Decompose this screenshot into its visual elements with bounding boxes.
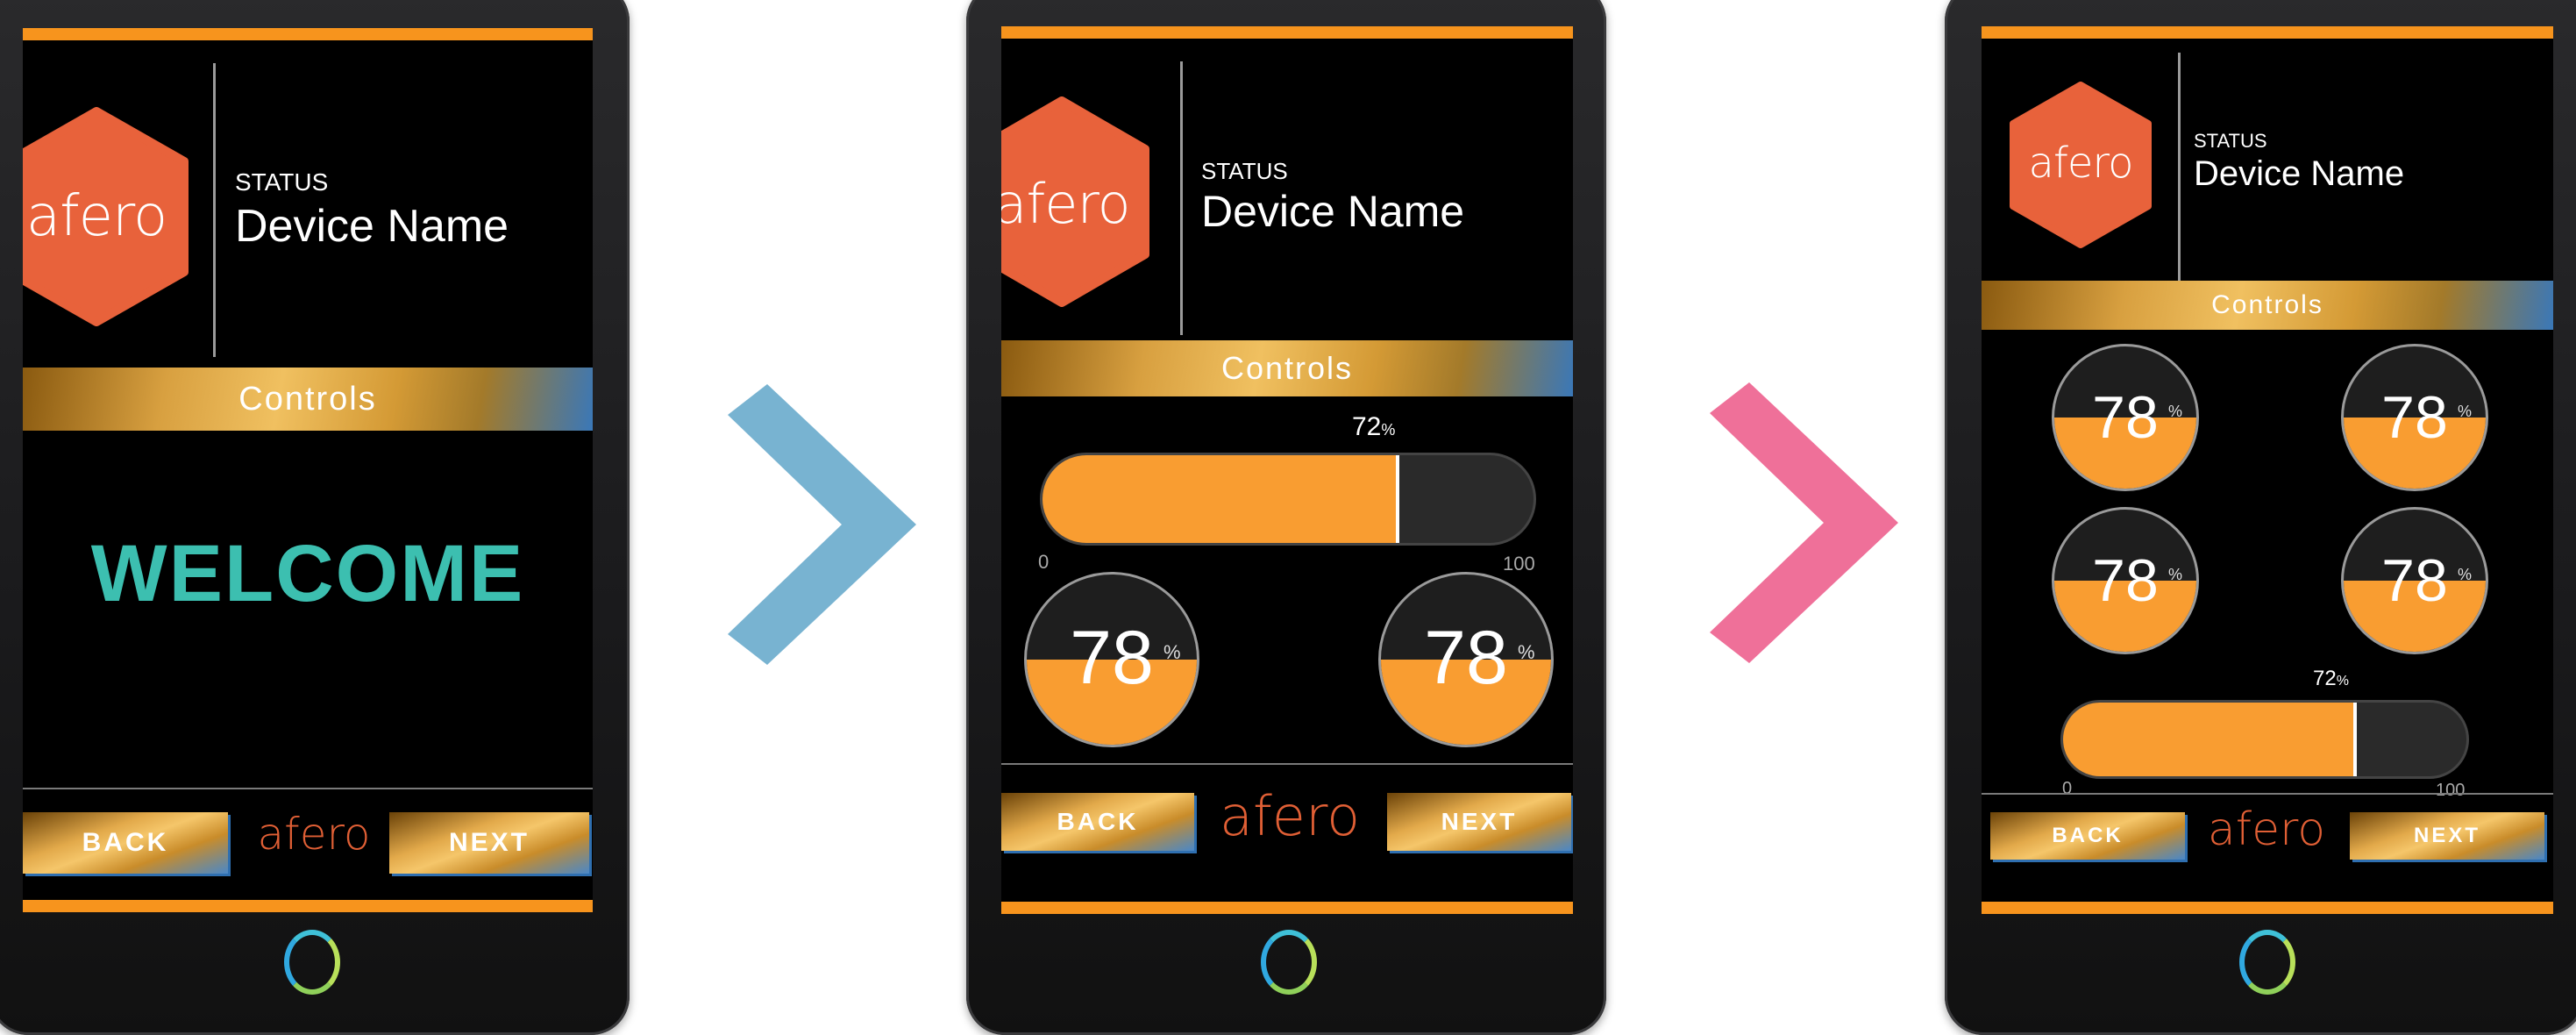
gauge-bottom-left[interactable]: 78 % [2052,507,2199,654]
gauge-unit: % [2458,566,2473,583]
phone-controls-screen-1: afero STATUS Device Name Controls 72% 0 … [966,0,1606,1035]
bottom-accent-bar [1982,902,2553,914]
phone-controls-screen-2: afero STATUS Device Name Controls 78 % 7… [1945,0,2576,1035]
logo-text: afero [1001,172,1131,236]
home-button[interactable] [2239,930,2295,995]
footer-divider [1982,793,2553,795]
footer-logo: afero [2207,803,2326,856]
afero-logo: afero [2006,81,2155,249]
slider-fill [1042,455,1400,543]
logo-text: afero [25,184,167,249]
gauge-top-right[interactable]: 78 % [2341,344,2488,491]
level-slider[interactable] [1040,453,1536,546]
screen: afero STATUS Device Name Controls 72% 0 … [1001,26,1573,914]
device-name: Device Name [2194,154,2405,193]
screen: afero STATUS Device Name Controls WELCOM… [23,28,593,912]
gauge-right[interactable]: 78 % [1378,572,1554,747]
home-button[interactable] [1261,930,1317,995]
back-button[interactable]: BACK [23,812,228,874]
footer-logo: afero [257,809,371,860]
afero-logo: afero [1001,96,1154,307]
gauge-bottom-right[interactable]: 78 % [2341,507,2488,654]
screen: afero STATUS Device Name Controls 78 % 7… [1982,26,2553,914]
gauge-unit: % [2168,566,2183,583]
slider-value-number: 72 [1352,412,1382,441]
next-button[interactable]: NEXT [2350,812,2544,860]
chevron-right-icon [728,384,916,665]
slider-value-unit: % [2336,674,2349,689]
back-button[interactable]: BACK [1001,793,1194,851]
slider-value: 72% [1352,412,1395,442]
status-label: STATUS [2194,130,2267,152]
header-divider [213,63,216,357]
slider-min-label: 0 [1038,551,1050,573]
gauge-left[interactable]: 78 % [1024,572,1199,747]
footer-divider [23,788,593,789]
footer-logo: afero [1219,784,1361,848]
gauge-unit: % [2168,403,2183,420]
top-accent-bar [1001,26,1573,39]
gauge-unit: % [1163,641,1181,663]
top-accent-bar [1982,26,2553,39]
device-name: Device Name [1201,187,1465,236]
next-button[interactable]: NEXT [389,812,589,874]
status-label: STATUS [235,168,329,196]
level-slider[interactable] [2060,700,2469,779]
header-divider [1180,61,1183,335]
top-accent-bar [23,28,593,40]
slider-fill [2063,703,2358,776]
slider-max-label: 100 [1503,553,1535,575]
slider-value-unit: % [1381,421,1396,439]
afero-logo: afero [23,107,193,326]
slider-value: 72% [2313,667,2349,691]
device-name: Device Name [235,201,509,252]
slider-value-number: 72 [2313,667,2337,690]
slider-max-label: 100 [2436,781,2466,800]
gauge-unit: % [2458,403,2473,420]
header-divider [2178,53,2181,282]
gauge-unit: % [1518,641,1535,663]
home-button[interactable] [284,930,340,995]
controls-header: Controls [1001,340,1573,396]
chevron-right-icon [1710,382,1898,663]
logo-text: afero [2028,139,2134,188]
controls-header: Controls [23,368,593,431]
slider-min-label: 0 [2062,779,2073,798]
next-button[interactable]: NEXT [1387,793,1571,851]
bottom-accent-bar [23,900,593,912]
controls-header: Controls [1982,281,2553,330]
footer-divider [1001,763,1573,765]
welcome-text: WELCOME [90,529,525,618]
status-label: STATUS [1201,158,1288,184]
gauge-top-left[interactable]: 78 % [2052,344,2199,491]
phone-welcome-screen: afero STATUS Device Name Controls WELCOM… [0,0,630,1035]
back-button[interactable]: BACK [1990,812,2185,860]
bottom-accent-bar [1001,902,1573,914]
